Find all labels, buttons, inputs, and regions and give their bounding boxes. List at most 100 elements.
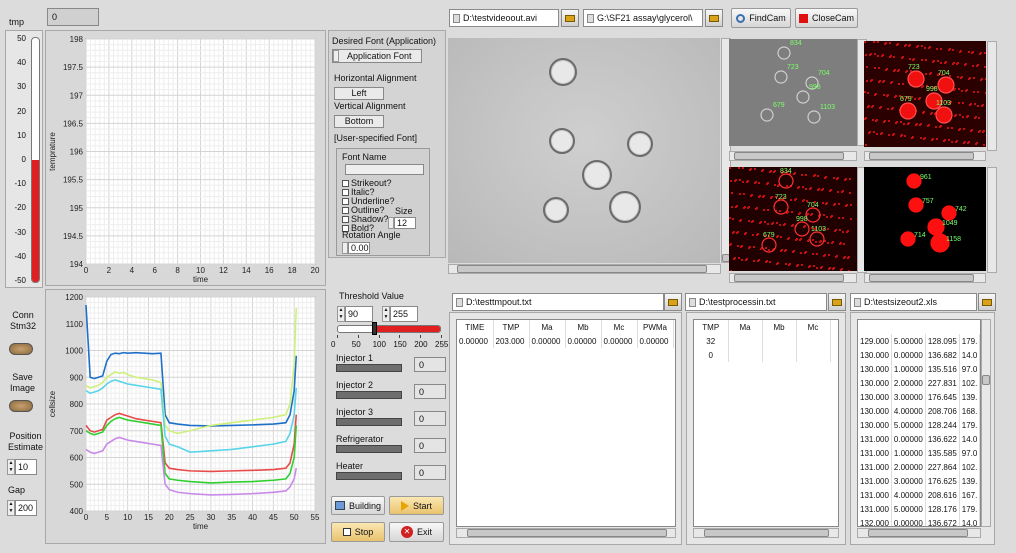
start-button[interactable]: Start <box>389 496 444 515</box>
table-cell[interactable]: 176.625 <box>925 474 960 488</box>
table-cell[interactable]: 0.00000 <box>891 432 926 446</box>
table-cell[interactable]: 131.000 <box>858 474 892 488</box>
scroll-thumb[interactable] <box>982 375 990 385</box>
tmp-table-hscroll[interactable] <box>456 528 676 538</box>
black-camera-hscroll[interactable] <box>864 273 986 283</box>
table-cell[interactable]: 0.00000 <box>529 334 566 348</box>
scroll-thumb[interactable] <box>467 529 667 537</box>
table-cell[interactable]: 131.000 <box>858 460 892 474</box>
red-top-camera-vscroll[interactable] <box>987 41 997 151</box>
checkbox-icon[interactable] <box>342 207 349 215</box>
table-row[interactable]: 130.000 3.00000 176.645 139. <box>858 390 980 404</box>
table-cell[interactable]: 131.000 <box>858 502 892 516</box>
threshold-high-spin-icon[interactable]: ▲ ▼ <box>382 306 390 322</box>
scroll-thumb[interactable] <box>734 274 844 282</box>
table-row[interactable]: 132.000 0.00000 136.672 14.0 <box>858 516 980 526</box>
table-cell[interactable]: 179. <box>959 334 980 348</box>
table-cell[interactable]: 0.00000 <box>891 348 926 362</box>
gray-camera-hscroll[interactable] <box>729 151 857 161</box>
table-cell[interactable]: 128.176 <box>925 502 960 516</box>
gap-control[interactable]: ▲ ▼ 200 <box>7 500 37 516</box>
table-row[interactable]: 32 <box>694 334 831 348</box>
table-cell[interactable]: 176.645 <box>925 390 960 404</box>
red-top-camera-hscroll[interactable] <box>864 151 986 161</box>
font-name-input[interactable] <box>345 164 424 175</box>
table-cell[interactable]: 102. <box>959 460 980 474</box>
table-cell[interactable]: 208.616 <box>925 488 960 502</box>
table-row[interactable]: 131.000 4.00000 208.616 167. <box>858 488 980 502</box>
table-cell[interactable]: 129.000 <box>858 334 892 348</box>
table-cell[interactable]: 130.000 <box>858 376 892 390</box>
table-cell[interactable]: 3.00000 <box>891 474 926 488</box>
table-cell[interactable]: 14.0 <box>959 516 980 526</box>
table-cell[interactable]: 32 <box>694 334 729 348</box>
table-row[interactable]: 0 <box>694 348 831 362</box>
assay-path-input[interactable]: G:\SF21 assay\glycerol\ <box>583 9 703 27</box>
table-cell[interactable]: 130.000 <box>858 390 892 404</box>
table-cell[interactable]: 0.00000 <box>637 334 674 348</box>
video-browse-button[interactable] <box>561 9 579 27</box>
checkbox-icon[interactable] <box>342 189 349 197</box>
table-cell[interactable]: 227.864 <box>925 460 960 474</box>
black-camera-vscroll[interactable] <box>987 167 997 273</box>
table-cell[interactable]: 0.00000 <box>601 334 638 348</box>
size-table[interactable]: 129.000 5.00000 128.095 179. 130.000 0.00000 1… <box>857 319 981 527</box>
process-table[interactable]: TMP Ma Mb Mc 32 0 <box>693 319 839 527</box>
scroll-thumb[interactable] <box>734 152 844 160</box>
table-row[interactable]: 130.000 5.00000 128.244 179. <box>858 418 980 432</box>
threshold-high-control[interactable]: ▲ ▼ 255 <box>382 306 418 322</box>
table-cell[interactable]: 179. <box>959 418 980 432</box>
table-cell[interactable]: 3.00000 <box>891 390 926 404</box>
scroll-thumb[interactable] <box>868 529 968 537</box>
tmp-table[interactable]: TIME TMP Ma Mb Mc PWMa 0.00000 203.000 0.00000 0.… <box>456 319 676 527</box>
font-size-control[interactable]: 12 <box>388 217 416 229</box>
assay-browse-button[interactable] <box>705 9 723 27</box>
table-cell[interactable]: 135.585 <box>925 446 960 460</box>
threshold-low-value[interactable]: 90 <box>345 306 373 322</box>
save-image-toggle[interactable] <box>9 400 33 412</box>
checkbox-icon[interactable] <box>342 180 349 188</box>
table-cell[interactable] <box>796 334 831 348</box>
table-cell[interactable] <box>796 348 831 362</box>
position-estimate-control[interactable]: ▲ ▼ 10 <box>7 459 37 475</box>
closecam-button[interactable]: CloseCam <box>795 8 858 28</box>
table-cell[interactable]: 102. <box>959 376 980 390</box>
scroll-thumb[interactable] <box>869 152 974 160</box>
building-button[interactable]: Building <box>331 496 385 515</box>
table-cell[interactable]: 130.000 <box>858 348 892 362</box>
table-cell[interactable]: 131.000 <box>858 488 892 502</box>
video-path-input[interactable]: D:\testvideoout.avi <box>449 9 559 27</box>
table-cell[interactable] <box>762 334 797 348</box>
findcam-button[interactable]: FindCam <box>731 8 791 28</box>
table-cell[interactable]: 179. <box>959 502 980 516</box>
horizontal-alignment-select[interactable]: Left <box>334 87 384 100</box>
table-row[interactable]: 130.000 4.00000 208.706 168. <box>858 404 980 418</box>
threshold-slider-thumb[interactable] <box>371 322 377 335</box>
table-row[interactable]: 130.000 2.00000 227.831 102. <box>858 376 980 390</box>
table-cell[interactable]: 1.00000 <box>891 446 926 460</box>
position-spin-icon[interactable]: ▲ ▼ <box>7 459 15 475</box>
table-cell[interactable]: 97.0 <box>959 362 980 376</box>
table-cell[interactable]: 14.0 <box>959 432 980 446</box>
position-estimate-value[interactable]: 10 <box>15 459 37 475</box>
table-row[interactable]: 130.000 0.00000 136.682 14.0 <box>858 348 980 362</box>
process-browse-button[interactable] <box>828 293 846 311</box>
table-cell[interactable]: 168. <box>959 404 980 418</box>
threshold-slider[interactable] <box>337 325 441 333</box>
scroll-thumb[interactable] <box>869 274 974 282</box>
table-row[interactable]: 131.000 5.00000 128.176 179. <box>858 502 980 516</box>
table-cell[interactable]: 130.000 <box>858 404 892 418</box>
table-row[interactable]: 131.000 3.00000 176.625 139. <box>858 474 980 488</box>
desired-font-spin-icon[interactable] <box>333 50 339 62</box>
table-row[interactable]: 131.000 0.00000 136.622 14.0 <box>858 432 980 446</box>
table-cell[interactable]: 0.00000 <box>457 334 494 348</box>
table-cell[interactable]: 0 <box>694 348 729 362</box>
size-out-browse-button[interactable] <box>978 293 996 311</box>
table-cell[interactable]: 4.00000 <box>891 404 926 418</box>
table-cell[interactable]: 132.000 <box>858 516 892 526</box>
table-cell[interactable]: 139. <box>959 474 980 488</box>
checkbox-icon[interactable] <box>342 216 349 224</box>
table-cell[interactable] <box>728 334 763 348</box>
table-cell[interactable]: 128.095 <box>925 334 960 348</box>
table-cell[interactable]: 97.0 <box>959 446 980 460</box>
